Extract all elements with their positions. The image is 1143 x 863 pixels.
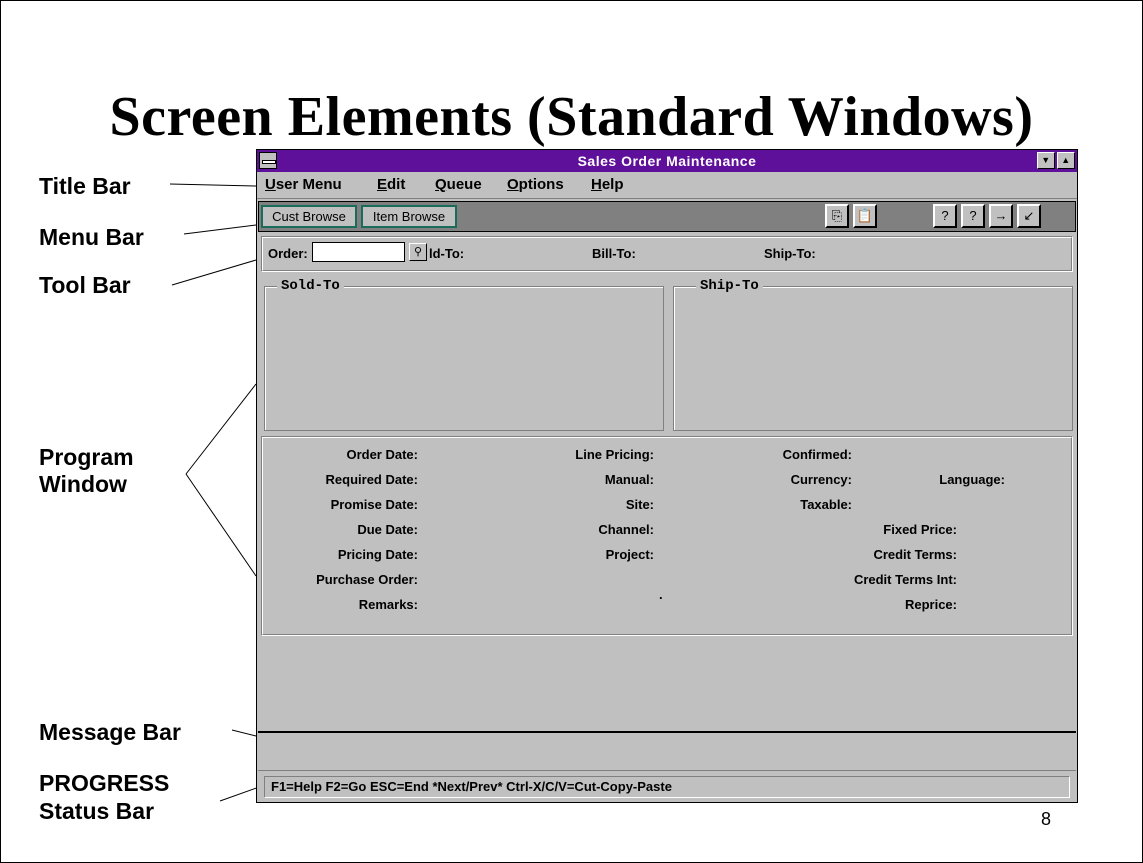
details-col-2: Line Pricing: Manual: Site: Channel: Pro… (512, 447, 654, 572)
callout-program-window-1: Program (39, 444, 134, 470)
order-label: Order: (268, 246, 308, 261)
channel-label: Channel: (598, 522, 654, 537)
slide-title: Screen Elements (Standard Windows) (109, 86, 1034, 148)
callout-status-bar-2: Status Bar (39, 798, 155, 824)
due-date-label: Due Date: (357, 522, 418, 537)
menu-user-menu[interactable]: User Menu (265, 176, 342, 193)
system-menu-icon[interactable] (259, 152, 277, 169)
details-col-4: Language: (862, 472, 1005, 497)
credit-terms-int-label: Credit Terms Int: (853, 572, 957, 587)
lookup-icon[interactable]: ⚲ (409, 243, 427, 261)
copy-icon[interactable]: ⎘ (825, 204, 849, 228)
project-label: Project: (605, 547, 654, 562)
callout-menu-bar: Menu Bar (39, 224, 144, 250)
menu-help[interactable]: Help (591, 176, 624, 193)
callout-status-bar-1: PROGRESS (39, 770, 170, 796)
bill-to-label: Bill-To: (592, 246, 636, 261)
details-col-1: Order Date: Required Date: Promise Date:… (262, 447, 418, 622)
sold-to-group: Sold-To (264, 278, 664, 431)
details-col-4b: Fixed Price: Credit Terms: Credit Terms … (822, 522, 957, 622)
menu-edit[interactable]: Edit (377, 176, 405, 193)
order-date-label: Order Date: (346, 447, 418, 462)
callout-message-bar: Message Bar (39, 719, 181, 745)
maximize-icon[interactable]: ▲ (1057, 152, 1075, 169)
confirmed-label: Confirmed: (782, 447, 852, 462)
page-number: 8 (1041, 809, 1052, 829)
currency-label: Currency: (790, 472, 852, 487)
site-label: Site: (625, 497, 654, 512)
promise-date-label: Promise Date: (330, 497, 418, 512)
cust-browse-button[interactable]: Cust Browse (261, 205, 357, 228)
message-bar (258, 731, 1076, 771)
purchase-order-label: Purchase Order: (316, 572, 418, 587)
pricing-date-label: Pricing Date: (337, 547, 418, 562)
callout-program-window-2: Window (39, 471, 127, 497)
menu-bar: User Menu Edit Queue Options Help (257, 172, 1077, 199)
callout-title-bar: Title Bar (39, 173, 131, 199)
taxable-label: Taxable: (800, 497, 852, 512)
sales-order-window: Sales Order Maintenance ▼ ▲ User Menu Ed… (256, 149, 1078, 803)
sold-to-label: ld-To: (429, 246, 465, 261)
status-bar: F1=Help F2=Go ESC=End *Next/Prev* Ctrl-X… (264, 776, 1070, 798)
separator-dot: . (659, 587, 663, 602)
required-date-label: Required Date: (325, 472, 418, 487)
end-exit-icon[interactable]: ↙ (1017, 204, 1041, 228)
title-bar[interactable]: Sales Order Maintenance ▼ ▲ (257, 150, 1077, 172)
callout-tool-bar: Tool Bar (39, 272, 131, 298)
menu-queue[interactable]: Queue (435, 176, 482, 193)
tool-bar: Cust Browse Item Browse ⎘ 📋 ? ? → ↙ (258, 201, 1076, 232)
minimize-icon[interactable]: ▼ (1037, 152, 1055, 169)
ship-to-group-title: Ship-To (696, 278, 763, 294)
header-panel: Order: ⚲ ld-To: Bill-To: Ship-To: (261, 236, 1073, 272)
manual-label: Manual: (604, 472, 654, 487)
order-input[interactable] (312, 242, 405, 262)
language-label: Language: (939, 472, 1005, 487)
paste-icon[interactable]: 📋 (853, 204, 877, 228)
window-title: Sales Order Maintenance (577, 153, 757, 169)
details-panel: Order Date: Required Date: Promise Date:… (261, 436, 1073, 636)
line-pricing-label: Line Pricing: (575, 447, 654, 462)
reprice-label: Reprice: (904, 597, 957, 612)
help-query-icon[interactable]: ? (933, 204, 957, 228)
details-col-3: Confirmed: Currency: Taxable: (742, 447, 852, 522)
field-help-icon[interactable]: ? (961, 204, 985, 228)
item-browse-button[interactable]: Item Browse (361, 205, 457, 228)
remarks-label: Remarks: (358, 597, 418, 612)
menu-options[interactable]: Options (507, 176, 564, 193)
sold-to-group-title: Sold-To (277, 278, 344, 294)
go-next-icon[interactable]: → (989, 204, 1013, 228)
ship-to-label: Ship-To: (764, 246, 816, 261)
credit-terms-label: Credit Terms: (873, 547, 957, 562)
fixed-price-label: Fixed Price: (883, 522, 957, 537)
ship-to-group: Ship-To (673, 278, 1073, 431)
